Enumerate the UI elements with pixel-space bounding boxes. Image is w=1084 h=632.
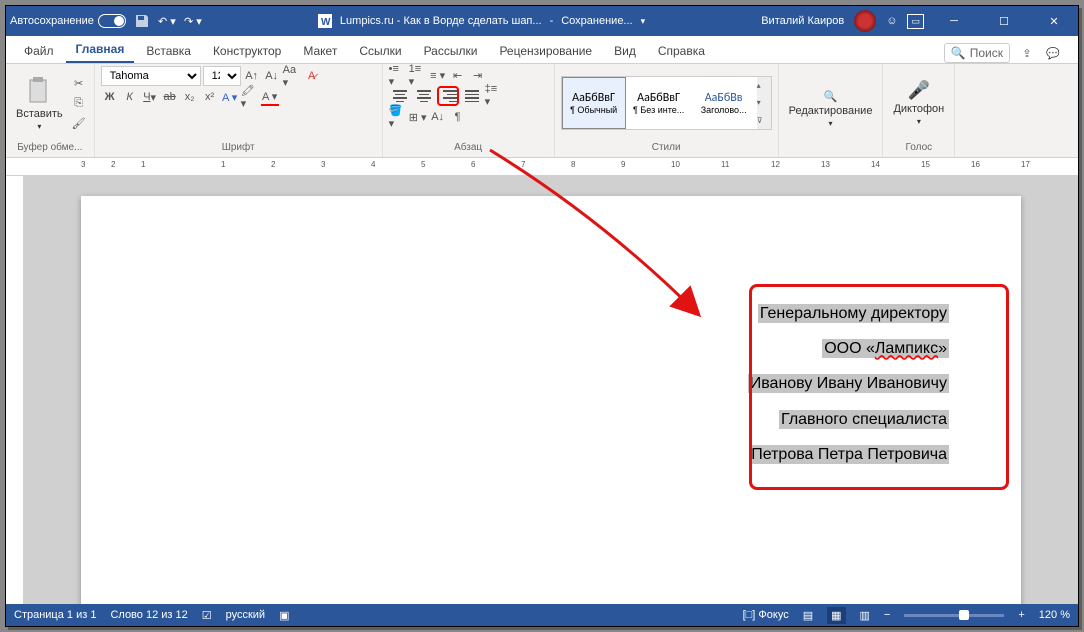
status-bar: Страница 1 из 1 Слово 12 из 12 ☑ русский… bbox=[6, 604, 1078, 626]
tab-layout[interactable]: Макет bbox=[293, 39, 347, 63]
user-avatar-icon[interactable] bbox=[854, 10, 876, 32]
tab-help[interactable]: Справка bbox=[648, 39, 715, 63]
line-spacing-icon[interactable]: ‡≡ ▾ bbox=[485, 86, 503, 104]
bold-button[interactable]: Ж bbox=[101, 88, 119, 106]
zoom-in-button[interactable]: + bbox=[1018, 609, 1024, 621]
styles-gallery[interactable]: АаБбВвГ¶ Обычный АаБбВвГ¶ Без инте... Аа… bbox=[561, 76, 772, 130]
text-effects-icon[interactable]: A ▾ bbox=[221, 88, 239, 106]
focus-mode[interactable]: [□] Фокус bbox=[743, 609, 789, 621]
minimize-button[interactable]: ─ bbox=[934, 6, 974, 36]
ribbon-tabs: Файл Главная Вставка Конструктор Макет С… bbox=[6, 36, 1078, 64]
microphone-icon: 🎤 bbox=[908, 80, 930, 101]
read-mode-icon[interactable]: ▤ bbox=[803, 609, 813, 622]
document-area: Генеральному директору ООО «Лампикс» Ива… bbox=[6, 176, 1078, 604]
tab-view[interactable]: Вид bbox=[604, 39, 646, 63]
magnifier-icon: 🔍 bbox=[824, 90, 838, 103]
tab-file[interactable]: Файл bbox=[14, 39, 64, 63]
align-right-button[interactable] bbox=[437, 86, 459, 106]
align-center-button[interactable] bbox=[413, 86, 435, 106]
sort-icon[interactable]: A↓ bbox=[429, 108, 447, 126]
borders-icon[interactable]: ⊞ ▾ bbox=[409, 108, 427, 126]
tab-insert[interactable]: Вставка bbox=[136, 39, 201, 63]
share-icon[interactable]: ⇪ bbox=[1018, 44, 1036, 62]
dictate-button[interactable]: 🎤 Диктофон ▾ bbox=[889, 78, 948, 128]
save-icon[interactable] bbox=[134, 13, 150, 29]
paragraph-group: •≡ ▾ 1≡ ▾ ≡ ▾ ⇤ ⇥ ‡≡ ▾ 🪣 ▾ ⊞ ▾ A↓ bbox=[383, 64, 555, 157]
outdent-icon[interactable]: ⇤ bbox=[449, 66, 467, 84]
maximize-button[interactable]: ☐ bbox=[984, 6, 1024, 36]
horizontal-ruler[interactable]: 321 1234567891011121314151617 bbox=[6, 158, 1078, 176]
search-box[interactable]: 🔍 Поиск bbox=[944, 43, 1010, 63]
search-icon: 🔍 bbox=[951, 46, 966, 60]
styles-group: АаБбВвГ¶ Обычный АаБбВвГ¶ Без инте... Аа… bbox=[555, 64, 779, 157]
clear-format-icon[interactable]: A̷ bbox=[303, 67, 321, 85]
web-layout-icon[interactable]: ▥ bbox=[860, 609, 870, 622]
tab-references[interactable]: Ссылки bbox=[349, 39, 411, 63]
close-button[interactable]: ✕ bbox=[1034, 6, 1074, 36]
ribbon: Вставить ▾ ✂ ⎘ 🖌 Буфер обме... Tahoma 12… bbox=[6, 64, 1078, 158]
shrink-font-icon[interactable]: A↓ bbox=[263, 67, 281, 85]
language-status[interactable]: русский bbox=[226, 609, 265, 621]
emoji-icon[interactable]: ☺ bbox=[886, 15, 897, 27]
style-no-spacing[interactable]: АаБбВвГ¶ Без инте... bbox=[627, 77, 691, 129]
spell-check-icon[interactable]: ☑ bbox=[202, 609, 212, 622]
editing-button[interactable]: 🔍 Редактирование ▾ bbox=[785, 88, 877, 130]
superscript-button[interactable]: x² bbox=[201, 88, 219, 106]
editing-group: 🔍 Редактирование ▾ bbox=[779, 64, 884, 157]
font-color-icon[interactable]: A ▾ bbox=[261, 88, 279, 106]
italic-button[interactable]: К bbox=[121, 88, 139, 106]
font-size-select[interactable]: 12 bbox=[203, 66, 241, 86]
grow-font-icon[interactable]: A↑ bbox=[243, 67, 261, 85]
voice-group: 🎤 Диктофон ▾ Голос bbox=[883, 64, 955, 157]
undo-icon[interactable]: ↶ ▾ bbox=[158, 12, 176, 30]
app-window: Автосохранение ↶ ▾ ↷ ▾ W Lumpics.ru - Ка… bbox=[5, 5, 1079, 627]
tab-design[interactable]: Конструктор bbox=[203, 39, 291, 63]
copy-icon[interactable]: ⎘ bbox=[70, 94, 88, 112]
autosave-toggle[interactable]: Автосохранение bbox=[10, 14, 126, 28]
svg-text:W: W bbox=[321, 17, 331, 28]
numbering-icon[interactable]: 1≡ ▾ bbox=[409, 66, 427, 84]
indent-icon[interactable]: ⇥ bbox=[469, 66, 487, 84]
highlight-icon[interactable]: 🖍 ▾ bbox=[241, 88, 259, 106]
saving-status: Сохранение... bbox=[561, 15, 632, 27]
align-justify-button[interactable] bbox=[461, 86, 483, 106]
show-marks-icon[interactable]: ¶ bbox=[449, 108, 467, 126]
style-heading1[interactable]: АаБбВвЗаголово... bbox=[692, 77, 756, 129]
document-title: Lumpics.ru - Как в Ворде сделать шап... bbox=[340, 15, 542, 27]
vertical-ruler[interactable] bbox=[6, 176, 24, 604]
tab-mailings[interactable]: Рассылки bbox=[414, 39, 488, 63]
font-name-select[interactable]: Tahoma bbox=[101, 66, 201, 86]
bullets-icon[interactable]: •≡ ▾ bbox=[389, 66, 407, 84]
text-callout-box bbox=[749, 284, 1009, 490]
tab-home[interactable]: Главная bbox=[66, 37, 135, 63]
zoom-value[interactable]: 120 % bbox=[1039, 609, 1070, 621]
zoom-out-button[interactable]: − bbox=[884, 609, 890, 621]
macro-icon[interactable]: ▣ bbox=[279, 609, 289, 622]
multilevel-icon[interactable]: ≡ ▾ bbox=[429, 66, 447, 84]
shading-icon[interactable]: 🪣 ▾ bbox=[389, 108, 407, 126]
page-status[interactable]: Страница 1 из 1 bbox=[14, 609, 96, 621]
strike-button[interactable]: ab bbox=[161, 88, 179, 106]
print-layout-icon[interactable]: ▦ bbox=[827, 607, 845, 624]
paste-button[interactable]: Вставить ▾ bbox=[12, 74, 67, 133]
change-case-icon[interactable]: Aa ▾ bbox=[283, 67, 301, 85]
style-normal[interactable]: АаБбВвГ¶ Обычный bbox=[562, 77, 626, 129]
tab-review[interactable]: Рецензирование bbox=[489, 39, 602, 63]
user-name: Виталий Каиров bbox=[761, 15, 844, 27]
ribbon-display-icon[interactable]: ▭ bbox=[907, 14, 924, 29]
word-count[interactable]: Слово 12 из 12 bbox=[110, 609, 187, 621]
align-left-button[interactable] bbox=[389, 86, 411, 106]
underline-button[interactable]: Ч ▾ bbox=[141, 88, 159, 106]
format-painter-icon[interactable]: 🖌 bbox=[70, 114, 88, 132]
redo-icon[interactable]: ↷ ▾ bbox=[184, 12, 202, 30]
font-group: Tahoma 12 A↑ A↓ Aa ▾ A̷ Ж К Ч ▾ ab x₂ x²… bbox=[95, 64, 383, 157]
word-icon: W bbox=[318, 14, 332, 28]
zoom-slider[interactable] bbox=[904, 614, 1004, 617]
document-page[interactable]: Генеральному директору ООО «Лампикс» Ива… bbox=[81, 196, 1021, 604]
comments-icon[interactable]: 💬 bbox=[1044, 44, 1062, 62]
title-bar: Автосохранение ↶ ▾ ↷ ▾ W Lumpics.ru - Ка… bbox=[6, 6, 1078, 36]
subscript-button[interactable]: x₂ bbox=[181, 88, 199, 106]
clipboard-group: Вставить ▾ ✂ ⎘ 🖌 Буфер обме... bbox=[6, 64, 95, 157]
cut-icon[interactable]: ✂ bbox=[70, 74, 88, 92]
